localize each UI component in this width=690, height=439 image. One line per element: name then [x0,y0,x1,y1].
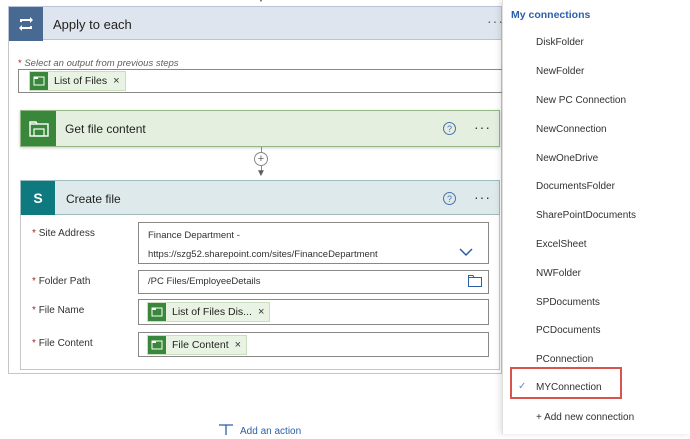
connection-item[interactable]: NWFolder [536,268,581,279]
folder-path-value: /PC Files/EmployeeDetails [148,276,261,287]
more-options-button[interactable]: ··· [474,119,491,135]
loop-icon [9,7,43,41]
folder-icon [30,72,48,90]
flow-arrow-icon: ▼ [256,168,266,179]
output-input[interactable]: List of Files × [18,69,504,93]
token-label: List of Files Dis... [172,306,252,318]
file-name-input[interactable]: List of Files Dis... × [138,299,489,325]
file-name-label: * File Name [32,305,85,316]
connection-item[interactable]: New PC Connection [536,95,626,106]
connection-item[interactable]: DocumentsFolder [536,181,615,192]
folder-path-label: * Folder Path [32,276,91,287]
connection-item[interactable]: NewFolder [536,66,584,77]
connections-dropdown-panel: My connections DiskFolder NewFolder New … [502,0,690,434]
output-label: * Select an output from previous steps [18,58,179,69]
folder-browse-icon[interactable] [468,275,482,290]
folder-icon [148,303,166,321]
sharepoint-icon: S [21,181,55,215]
apply-to-each-header[interactable]: Apply to each ··· [8,6,503,41]
close-icon[interactable]: × [113,75,119,87]
dynamic-content-token[interactable]: List of Files × [29,71,126,91]
insert-step-button[interactable]: + [254,152,268,166]
more-options-button[interactable]: ··· [474,189,491,205]
create-file-header[interactable]: S Create file ? ··· [20,180,500,215]
connection-item-selected[interactable]: MYConnection [536,382,602,393]
file-content-label: * File Content [32,338,93,349]
connection-item[interactable]: SharePointDocuments [536,210,636,221]
connection-item[interactable]: DiskFolder [536,37,584,48]
add-action-icon [218,424,234,439]
file-content-input[interactable]: File Content × [138,332,489,357]
connection-item[interactable]: PCDocuments [536,325,600,336]
dynamic-content-token[interactable]: File Content × [147,335,248,355]
check-icon: ✓ [518,381,527,392]
connection-item[interactable]: NewOneDrive [536,153,598,164]
token-label: List of Files [54,75,108,87]
flow-arrow-icon: ▼ [256,0,266,5]
site-address-value-line2: https://szg52.sharepoint.com/sites/Finan… [148,249,378,260]
connection-item[interactable]: PConnection [536,354,593,365]
panel-title: My connections [511,9,591,21]
connection-item[interactable]: ExcelSheet [536,239,587,250]
folder-icon [21,111,56,146]
close-icon[interactable]: × [235,339,241,351]
create-file-title: Create file [66,192,121,206]
folder-icon [148,336,166,354]
token-label: File Content [172,339,229,351]
connection-item[interactable]: NewConnection [536,124,607,135]
chevron-down-icon[interactable] [459,246,473,260]
help-icon[interactable]: ? [443,122,456,135]
site-address-label: * Site Address [32,228,95,239]
add-action-label: Add an action [240,426,302,437]
help-icon[interactable]: ? [443,192,456,205]
site-address-value-line1: Finance Department - [148,230,240,241]
sharepoint-icon-letter: S [33,190,43,206]
get-file-content-title: Get file content [65,122,146,136]
connection-item[interactable]: SPDocuments [536,297,600,308]
dynamic-content-token[interactable]: List of Files Dis... × [147,302,271,322]
get-file-content-card[interactable]: Get file content ? ··· [20,110,500,147]
add-new-connection-button[interactable]: + Add new connection [536,412,634,423]
apply-to-each-title: Apply to each [53,17,132,32]
close-icon[interactable]: × [258,306,264,318]
add-action-button[interactable]: Add an action [218,424,301,439]
